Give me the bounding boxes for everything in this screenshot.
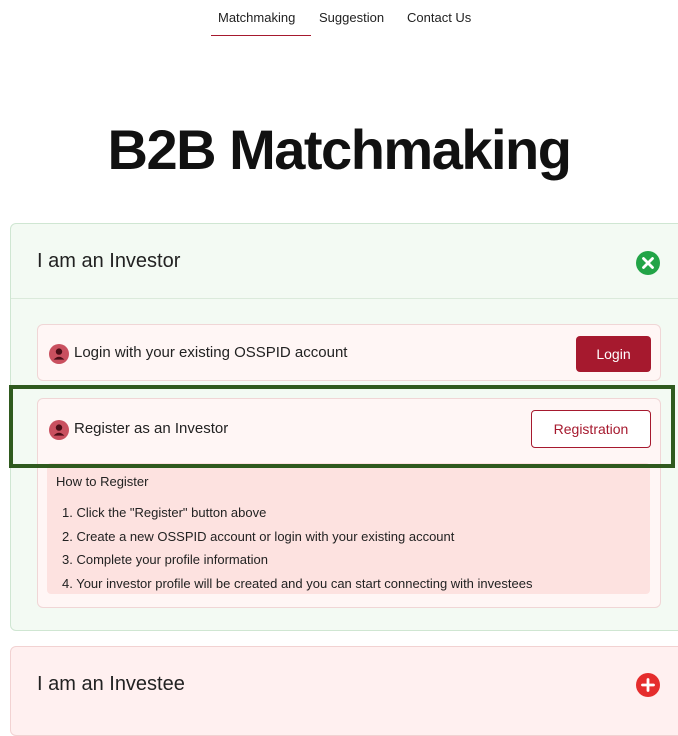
nav-link-matchmaking[interactable]: Matchmaking [218,10,295,25]
investee-panel: I am an Investee [10,646,678,736]
nav-link-contact-us[interactable]: Contact Us [407,10,471,25]
login-card: Login with your existing OSSPID account … [37,324,661,381]
investor-panel: I am an Investor Login with your existin… [10,223,678,631]
person-icon [49,420,69,440]
register-card: Register as an Investor Registration How… [37,398,661,608]
page-title: B2B Matchmaking [107,118,572,181]
plus-circle-icon[interactable] [636,673,660,697]
investor-panel-header[interactable]: I am an Investor [11,224,678,299]
investor-panel-title: I am an Investor [37,250,181,272]
person-icon [49,344,69,364]
registration-button[interactable]: Registration [531,410,651,448]
top-navigation: Matchmaking Suggestion Contact Us [0,0,678,40]
register-card-text: Register as an Investor [74,420,229,437]
login-card-text: Login with your existing OSSPID account [74,344,348,361]
step-item: 2. Create a new OSSPID account or login … [62,528,455,544]
how-to-register-title: How to Register [56,474,149,489]
nav-link-suggestion[interactable]: Suggestion [319,10,384,25]
step-item: 3. Complete your profile information [62,552,268,567]
how-to-register-steps: 1. Click the "Register" button above 2. … [47,501,532,595]
how-to-register-box: How to Register 1. Click the "Register" … [47,463,650,594]
step-item: 1. Click the "Register" button above [62,505,267,520]
close-circle-icon[interactable] [636,251,660,275]
login-button[interactable]: Login [576,336,651,372]
investee-panel-title: I am an Investee [37,673,185,695]
investee-panel-header[interactable]: I am an Investee [11,647,678,722]
step-item: 4. Your investor profile will be created… [62,575,533,591]
active-nav-underline [211,35,311,36]
